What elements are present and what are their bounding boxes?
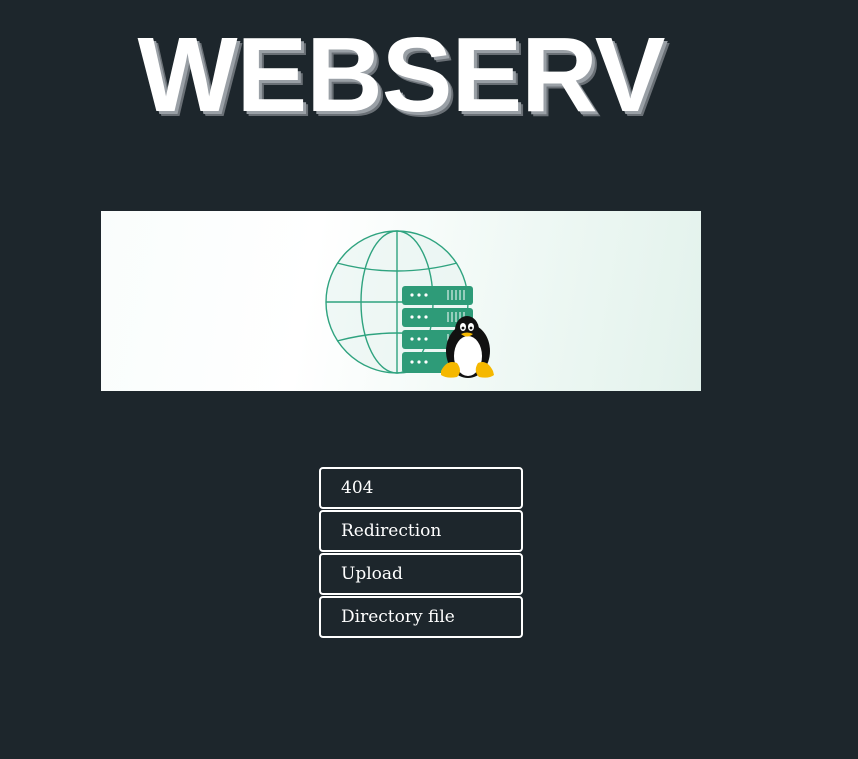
banner-image xyxy=(101,211,701,391)
globe-server-penguin-illustration xyxy=(325,230,494,378)
nav-menu: 404 Redirection Upload Directory file xyxy=(319,467,523,639)
404-button[interactable]: 404 xyxy=(319,467,523,509)
upload-button[interactable]: Upload xyxy=(319,553,523,595)
page-title: WEBSERV xyxy=(137,16,665,134)
redirection-button[interactable]: Redirection xyxy=(319,510,523,552)
directory-file-button[interactable]: Directory file xyxy=(319,596,523,638)
